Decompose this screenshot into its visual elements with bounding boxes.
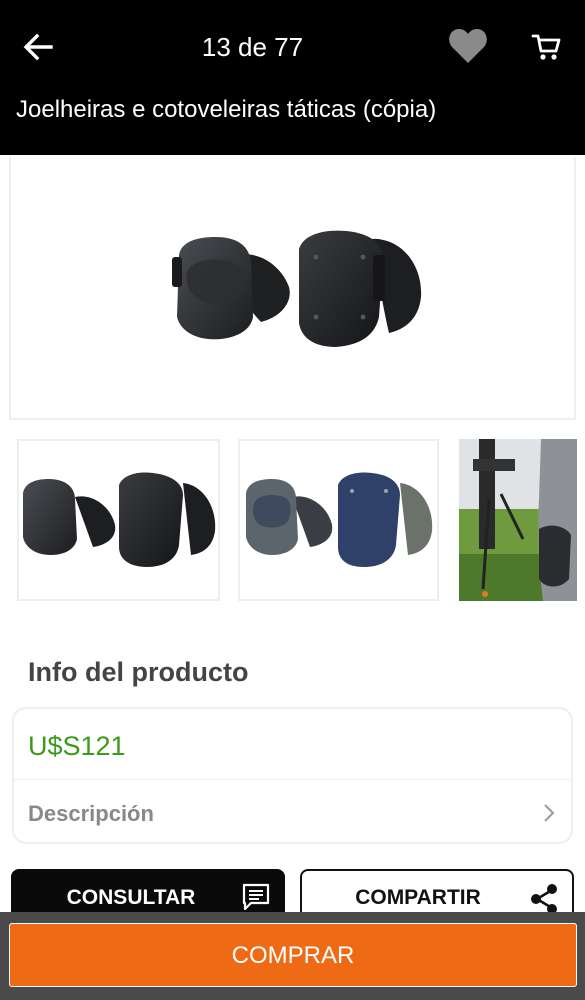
cart-icon [531,34,561,60]
thumb-grey-navy-pads-image [246,472,433,567]
chevron-right-icon [541,802,557,824]
pads-image [172,230,422,347]
product-title: Joelheiras e cotoveleiras táticas (cópia… [16,96,437,123]
product-info-card: U$S121 Descripción [12,707,573,844]
arrow-left-icon [23,33,53,61]
thumbnail-3[interactable] [459,439,577,601]
description-row[interactable]: Descripción [14,780,571,842]
image-counter: 13 de 77 [201,32,304,62]
thumbnail-2[interactable] [238,439,439,601]
buy-button[interactable]: COMPRAR [9,923,577,987]
chat-icon [242,883,270,911]
heart-icon [449,29,487,63]
description-label: Descripción [28,801,154,826]
main-product-image[interactable] [9,157,576,420]
thumb-black-pads-image [23,472,216,567]
back-button[interactable] [20,30,56,64]
thumbnail-1[interactable] [17,439,220,601]
cart-button[interactable] [526,28,566,66]
consult-label: CONSULTAR [66,886,196,909]
thumbnail-strip[interactable] [17,439,577,601]
share-label: COMPARTIR [355,886,481,909]
price: U$S121 [28,731,126,761]
share-icon [531,884,557,914]
product-info-heading: Info del producto [28,657,249,687]
top-bar: 13 de 77 Joelheiras e cotoveleiras tátic… [0,0,585,155]
thumb-kneeling-person-image [459,439,577,601]
favorite-button[interactable] [446,26,490,66]
